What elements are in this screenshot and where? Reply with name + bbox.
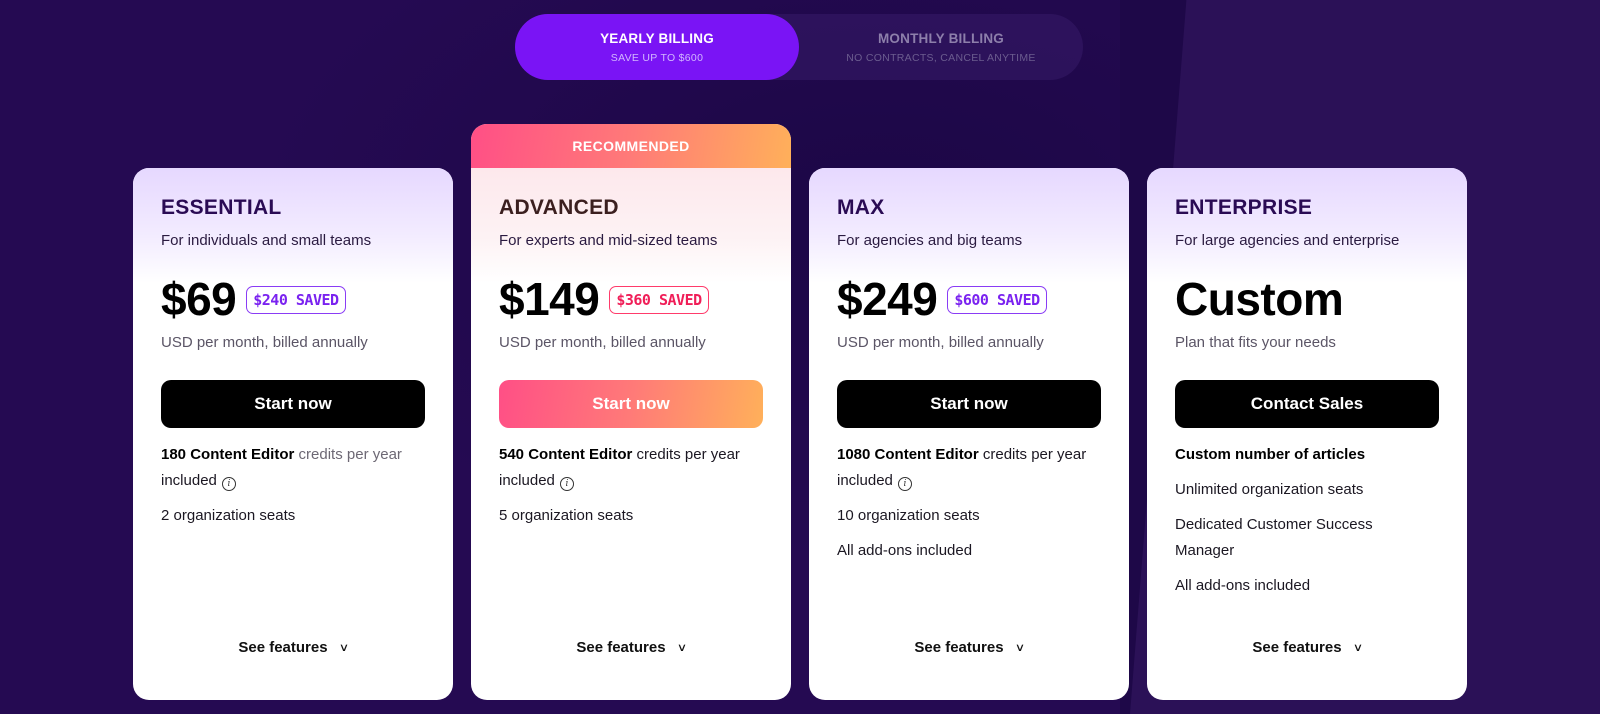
credits-amount: 180 Content Editor bbox=[161, 446, 295, 463]
plan-name: MAX bbox=[837, 196, 885, 219]
credits-amount: 1080 Content Editor bbox=[837, 446, 979, 463]
see-features-label: See features bbox=[576, 639, 666, 656]
yearly-billing-title: YEARLY BILLING bbox=[600, 30, 714, 46]
plan-name: ESSENTIAL bbox=[161, 196, 282, 219]
see-features-toggle[interactable]: See features ∨ bbox=[837, 639, 1101, 656]
plan-price: $249 bbox=[837, 273, 938, 325]
plan-card-enterprise: ENTERPRISE For large agencies and enterp… bbox=[1147, 168, 1467, 700]
plan-card-advanced: RECOMMENDED ADVANCED For experts and mid… bbox=[471, 124, 791, 700]
feature-list: 180 Content Editor credits per year incl… bbox=[161, 442, 425, 538]
recommended-banner: RECOMMENDED bbox=[471, 124, 791, 168]
feature-credits: 180 Content Editor credits per year incl… bbox=[161, 442, 425, 494]
plan-description: For experts and mid-sized teams bbox=[499, 232, 718, 249]
plan-description: For agencies and big teams bbox=[837, 232, 1023, 249]
see-features-label: See features bbox=[1252, 639, 1342, 656]
feature-list: 1080 Content Editor credits per year inc… bbox=[837, 442, 1101, 573]
saved-badge: $240 SAVED bbox=[246, 286, 346, 314]
price-note: USD per month, billed annually bbox=[837, 334, 1044, 351]
credits-included: included bbox=[161, 472, 217, 489]
plan-price: $149 bbox=[499, 273, 600, 325]
price-row: $249 $600 SAVED bbox=[837, 272, 1047, 326]
chevron-down-icon: ∨ bbox=[676, 642, 687, 654]
see-features-label: See features bbox=[914, 639, 1004, 656]
feature-item: 2 organization seats bbox=[161, 507, 296, 524]
price-row: $69 $240 SAVED bbox=[161, 272, 346, 326]
feature-item: All add-ons included bbox=[1175, 577, 1311, 594]
chevron-down-icon: ∨ bbox=[1352, 642, 1363, 654]
see-features-toggle[interactable]: See features ∨ bbox=[161, 639, 425, 656]
saved-badge: $600 SAVED bbox=[947, 286, 1047, 314]
credits-unit: credits per year bbox=[298, 446, 402, 463]
saved-badge: $360 SAVED bbox=[609, 286, 709, 314]
plan-price: $69 bbox=[161, 273, 237, 325]
price-note: USD per month, billed annually bbox=[499, 334, 706, 351]
feature-credits: 1080 Content Editor credits per year inc… bbox=[837, 442, 1101, 494]
credits-amount: 540 Content Editor bbox=[499, 446, 633, 463]
plan-card-essential: ESSENTIAL For individuals and small team… bbox=[133, 168, 453, 700]
see-features-toggle[interactable]: See features ∨ bbox=[1175, 639, 1439, 656]
start-now-button[interactable]: Start now bbox=[161, 380, 425, 428]
info-icon[interactable]: i bbox=[559, 477, 574, 491]
monthly-billing-subtitle: NO CONTRACTS, CANCEL ANYTIME bbox=[846, 51, 1036, 64]
plan-description: For individuals and small teams bbox=[161, 232, 372, 249]
plan-name: ADVANCED bbox=[499, 196, 619, 219]
info-icon[interactable]: i bbox=[897, 477, 912, 491]
price-row: $149 $360 SAVED bbox=[499, 272, 709, 326]
feature-headline: Custom number of articles bbox=[1175, 442, 1439, 468]
feature-item: All add-ons included bbox=[837, 542, 973, 559]
contact-sales-button[interactable]: Contact Sales bbox=[1175, 380, 1439, 428]
monthly-billing-title: MONTHLY BILLING bbox=[877, 30, 1004, 46]
price-note: USD per month, billed annually bbox=[161, 334, 368, 351]
price-note: Plan that fits your needs bbox=[1175, 334, 1336, 351]
plan-price: Custom bbox=[1175, 273, 1344, 325]
yearly-billing-subtitle: SAVE UP TO $600 bbox=[610, 51, 704, 64]
chevron-down-icon: ∨ bbox=[338, 642, 349, 654]
plan-name: ENTERPRISE bbox=[1175, 196, 1313, 219]
start-now-button[interactable]: Start now bbox=[837, 380, 1101, 428]
price-row: Custom bbox=[1175, 272, 1344, 326]
billing-toggle: YEARLY BILLING SAVE UP TO $600 MONTHLY B… bbox=[515, 14, 1083, 80]
feature-item: 10 organization seats bbox=[837, 507, 980, 524]
yearly-billing-option[interactable]: YEARLY BILLING SAVE UP TO $600 bbox=[515, 14, 799, 80]
info-icon[interactable]: i bbox=[221, 477, 236, 491]
feature-list: Custom number of articles Unlimited orga… bbox=[1175, 442, 1439, 608]
plan-card-max: MAX For agencies and big teams $249 $600… bbox=[809, 168, 1129, 700]
start-now-button[interactable]: Start now bbox=[499, 380, 763, 428]
feature-item: 5 organization seats bbox=[499, 507, 634, 524]
chevron-down-icon: ∨ bbox=[1014, 642, 1025, 654]
feature-credits: 540 Content Editor credits per year incl… bbox=[499, 442, 763, 494]
feature-item: Dedicated Customer Success Manager bbox=[1175, 516, 1373, 559]
monthly-billing-option[interactable]: MONTHLY BILLING NO CONTRACTS, CANCEL ANY… bbox=[799, 14, 1083, 80]
feature-list: 540 Content Editor credits per year incl… bbox=[499, 442, 763, 538]
plan-description: For large agencies and enterprise bbox=[1175, 232, 1400, 249]
see-features-label: See features bbox=[238, 639, 328, 656]
feature-headline-text: Custom number of articles bbox=[1175, 446, 1366, 463]
feature-item: Unlimited organization seats bbox=[1175, 481, 1364, 498]
see-features-toggle[interactable]: See features ∨ bbox=[499, 639, 763, 656]
